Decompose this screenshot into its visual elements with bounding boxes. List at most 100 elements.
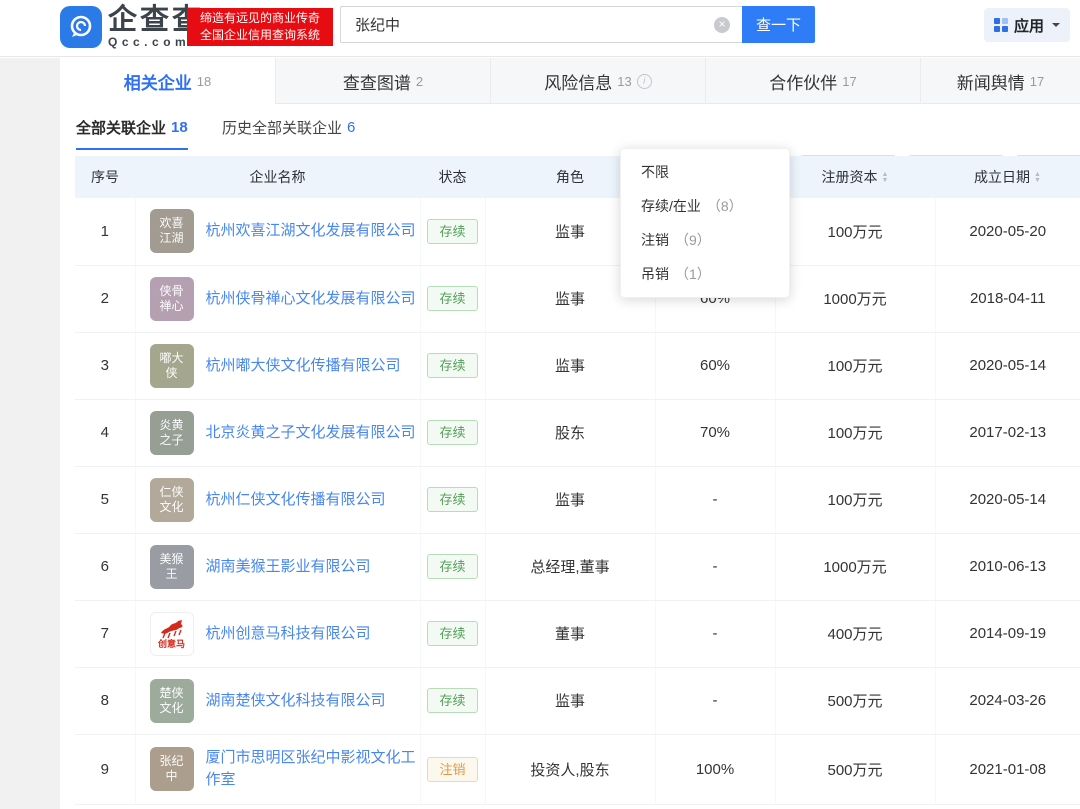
- status-badge: 存续: [427, 554, 478, 579]
- status-badge: 存续: [427, 353, 478, 378]
- company-name-link[interactable]: 杭州欢喜江湖文化发展有限公司: [206, 220, 416, 242]
- companies-table: 序号 企业名称 状态 角色 注册资本 成立日期 1: [75, 156, 1080, 805]
- row-index: 4: [75, 399, 136, 467]
- table-row: 6 美猴王 湖南美猴王影业有限公司 存续 总经理,董事 - 1000万元 201…: [75, 533, 1080, 601]
- status-badge: 存续: [427, 688, 478, 713]
- row-index: 3: [75, 332, 136, 400]
- company-avatar: 仁侠 文化: [149, 477, 194, 522]
- page: 企查查 Qcc.com 缔造有远见的商业传奇 全国企业信用查询系统 查一下 应用…: [0, 0, 1080, 809]
- capital-cell: 500万元: [775, 734, 936, 805]
- status-badge: 注销: [427, 756, 478, 782]
- role-cell: 董事: [485, 600, 656, 668]
- company-name-link[interactable]: 杭州仁侠文化传播有限公司: [206, 489, 386, 511]
- col-no: 序号: [75, 156, 135, 198]
- sort-icon[interactable]: [882, 172, 889, 184]
- tab-related-companies[interactable]: 相关企业 18: [60, 58, 275, 105]
- dropdown-option-revoked[interactable]: 吊销 （1）: [621, 257, 789, 291]
- search-input[interactable]: [355, 7, 695, 42]
- ratio-cell: -: [655, 533, 776, 601]
- status-badge: 存续: [427, 621, 478, 646]
- company-avatar: 欢喜 江湖: [149, 209, 194, 254]
- clear-search-icon[interactable]: [714, 16, 730, 33]
- capital-cell: 100万元: [775, 466, 936, 534]
- search-box: [340, 6, 742, 43]
- table-row: 3 嘟大侠 杭州嘟大侠文化传播有限公司 存续 监事 60% 100万元 2020…: [75, 332, 1080, 400]
- top-header: 企查查 Qcc.com 缔造有远见的商业传奇 全国企业信用查询系统 查一下 应用: [0, 0, 1080, 57]
- row-index: 9: [75, 734, 136, 805]
- tab-risk-info[interactable]: 风险信息 13: [490, 58, 705, 104]
- company-name-link[interactable]: 杭州创意马科技有限公司: [206, 623, 371, 645]
- capital-cell: 100万元: [775, 332, 936, 400]
- qcc-logo-icon[interactable]: [60, 6, 102, 48]
- table-row: 4 炎黄 之子 北京炎黄之子文化发展有限公司 存续 股东 70% 100万元 20…: [75, 399, 1080, 467]
- dropdown-option-active[interactable]: 存续/在业 （8）: [621, 189, 789, 223]
- search-button[interactable]: 查一下: [742, 6, 815, 43]
- subtab-row: 全部关联企业 18 历史全部关联企业 6 登记状态 所属省份 所属行业: [60, 104, 1080, 189]
- registration-status-dropdown: 不限 存续/在业 （8） 注销 （9） 吊销 （1）: [620, 148, 790, 298]
- company-avatar: 楚侠 文化: [149, 678, 194, 723]
- row-index: 5: [75, 466, 136, 534]
- col-date[interactable]: 成立日期: [935, 156, 1080, 198]
- date-cell: 2017-02-13: [935, 399, 1080, 467]
- ratio-cell: 60%: [655, 332, 776, 400]
- left-gutter: [0, 58, 60, 809]
- company-name-link[interactable]: 北京炎黄之子文化发展有限公司: [206, 422, 416, 444]
- tab-news[interactable]: 新闻舆情 17: [920, 58, 1080, 104]
- date-cell: 2021-01-08: [935, 734, 1080, 805]
- company-name-link[interactable]: 厦门市思明区张纪中影视文化工作室: [206, 747, 420, 791]
- status-badge: 存续: [427, 420, 478, 445]
- horse-logo-icon: [160, 619, 182, 638]
- capital-cell: 1000万元: [775, 265, 936, 333]
- sort-icon[interactable]: [1034, 172, 1041, 184]
- table-row: 9 张纪中 厦门市思明区张纪中影视文化工作室 注销 投资人,股东 100% 50…: [75, 734, 1080, 805]
- dropdown-option-cancelled[interactable]: 注销 （9）: [621, 223, 789, 257]
- capital-cell: 1000万元: [775, 533, 936, 601]
- table-row: 2 侠骨 禅心 杭州侠骨禅心文化发展有限公司 存续 监事 60% 1000万元 2…: [75, 265, 1080, 333]
- role-cell: 投资人,股东: [485, 734, 656, 805]
- capital-cell: 500万元: [775, 667, 936, 735]
- tab-bar: 相关企业 18 查查图谱 2 风险信息 13 合作伙伴 17 新闻舆情 17: [60, 58, 1080, 105]
- slogan-line1: 缔造有远见的商业传奇: [199, 11, 320, 25]
- status-badge: 存续: [427, 218, 478, 244]
- apps-menu[interactable]: 应用: [983, 8, 1070, 42]
- chevron-down-icon: [1050, 16, 1060, 34]
- role-cell: 总经理,董事: [485, 533, 656, 601]
- ratio-cell: -: [655, 600, 776, 668]
- subtab-history-related[interactable]: 历史全部关联企业 6: [222, 104, 355, 150]
- slogan-banner: 缔造有远见的商业传奇 全国企业信用查询系统: [187, 8, 333, 46]
- col-name: 企业名称: [135, 156, 420, 198]
- company-name-link[interactable]: 湖南楚侠文化科技有限公司: [206, 690, 386, 712]
- table-row: 5 仁侠 文化 杭州仁侠文化传播有限公司 存续 监事 - 100万元 2020-0…: [75, 466, 1080, 534]
- row-index: 8: [75, 667, 136, 735]
- row-index: 7: [75, 600, 136, 668]
- date-cell: 2020-05-20: [935, 198, 1080, 266]
- ratio-cell: 70%: [655, 399, 776, 467]
- company-avatar: 张纪中: [149, 747, 194, 791]
- row-index: 6: [75, 533, 136, 601]
- company-name-link[interactable]: 杭州嘟大侠文化传播有限公司: [206, 355, 401, 377]
- table-row: 1 欢喜 江湖 杭州欢喜江湖文化发展有限公司 存续 监事 100万元 2020-0…: [75, 198, 1080, 266]
- ratio-cell: 100%: [655, 734, 776, 805]
- date-cell: 2020-05-14: [935, 332, 1080, 400]
- dropdown-option-unlimited[interactable]: 不限: [621, 155, 789, 189]
- company-name-link[interactable]: 湖南美猴王影业有限公司: [206, 556, 371, 578]
- capital-cell: 100万元: [775, 399, 936, 467]
- company-name-link[interactable]: 杭州侠骨禅心文化发展有限公司: [206, 288, 416, 310]
- col-capital[interactable]: 注册资本: [775, 156, 935, 198]
- ratio-cell: -: [655, 466, 776, 534]
- tab-graph[interactable]: 查查图谱 2: [275, 58, 490, 104]
- company-avatar: 炎黄 之子: [149, 410, 194, 455]
- date-cell: 2018-04-11: [935, 265, 1080, 333]
- slogan-line2: 全国企业信用查询系统: [199, 28, 320, 42]
- info-icon[interactable]: [636, 73, 652, 89]
- role-cell: 监事: [485, 332, 656, 400]
- date-cell: 2010-06-13: [935, 533, 1080, 601]
- ratio-cell: -: [655, 667, 776, 735]
- row-index: 2: [75, 265, 136, 333]
- company-logo: 创意马: [149, 611, 194, 656]
- apps-grid-icon: [993, 18, 1008, 32]
- company-avatar: 嘟大侠: [149, 343, 194, 388]
- tab-partners[interactable]: 合作伙伴 17: [705, 58, 920, 104]
- subtab-all-related[interactable]: 全部关联企业 18: [76, 104, 188, 150]
- capital-cell: 400万元: [775, 600, 936, 668]
